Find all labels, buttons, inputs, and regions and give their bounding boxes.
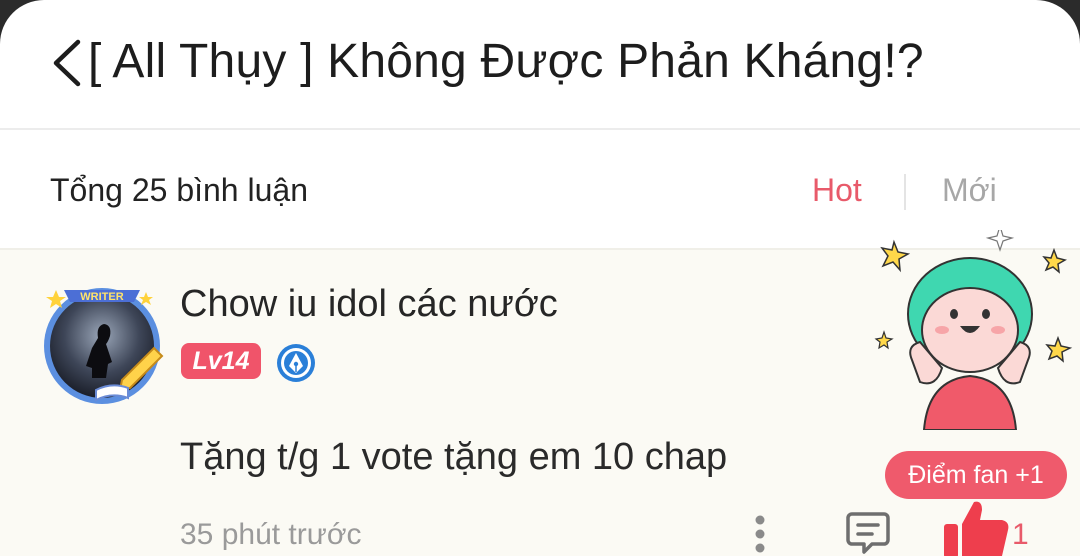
thumbs-up-icon[interactable]	[940, 498, 1012, 556]
page-title: [ All Thụy ] Không Được Phản Kháng!?	[88, 35, 924, 88]
header: [ All Thụy ] Không Được Phản Kháng!?	[0, 0, 1080, 128]
pen-nib-icon	[277, 344, 315, 382]
chevron-left-icon[interactable]	[50, 38, 84, 88]
more-vertical-icon[interactable]	[748, 508, 772, 556]
sort-separator	[904, 174, 906, 210]
comments-sheet: [ All Thụy ] Không Được Phản Kháng!? Tổn…	[0, 0, 1080, 556]
level-badge: Lv14	[181, 343, 261, 379]
comment-total: Tổng 25 bình luận	[50, 172, 308, 208]
avatar-frame-text: WRITER	[80, 291, 123, 303]
fan-points-badge: Điểm fan +1	[885, 451, 1067, 499]
sort-new-tab[interactable]: Mới	[942, 172, 997, 209]
celebration-sticker	[874, 230, 1073, 430]
comment-icon[interactable]	[844, 508, 892, 556]
comment-item: WRITER Chow iu idol các nước Lv14 Tặng t…	[0, 230, 1080, 556]
avatar[interactable]: WRITER	[36, 276, 168, 408]
sort-hot-tab[interactable]: Hot	[812, 172, 862, 209]
like-count: 1	[1012, 518, 1029, 551]
comment-username[interactable]: Chow iu idol các nước	[180, 283, 558, 326]
comment-time: 35 phút trước	[180, 518, 362, 551]
comment-content: Tặng t/g 1 vote tặng em 10 chap	[180, 436, 728, 478]
